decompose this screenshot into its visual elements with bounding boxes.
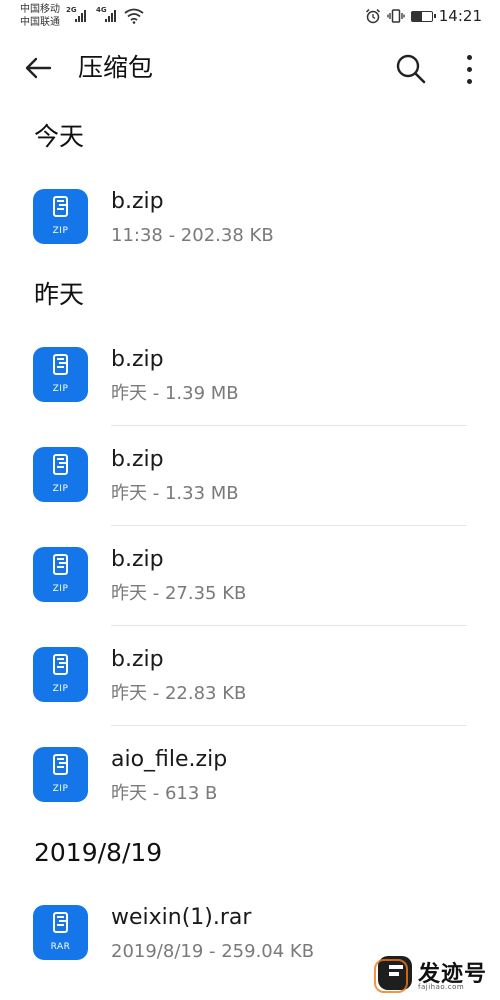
- carrier-1: 中国移动: [20, 4, 60, 15]
- file-meta: 昨天 - 22.83 KB: [111, 683, 247, 704]
- file-name: b.zip: [111, 547, 164, 572]
- archive-file-list: 今天 ZIP b.zip 11:38 - 202.38 KB 昨天 ZIP b.zip 昨天 …: [0, 110, 500, 984]
- more-vertical-icon: [466, 54, 472, 60]
- file-list-item[interactable]: ZIP b.zip 昨天 - 22.83 KB: [0, 626, 500, 726]
- back-button[interactable]: [20, 50, 56, 86]
- zip-file-icon: ZIP: [33, 647, 88, 702]
- vibrate-icon: [387, 9, 405, 23]
- file-type-label: ZIP: [52, 584, 69, 594]
- section-header: 昨天: [34, 280, 85, 309]
- more-options-button[interactable]: [456, 50, 482, 88]
- file-type-label: ZIP: [52, 484, 69, 494]
- file-type-label: ZIP: [52, 684, 69, 694]
- watermark-subtext: fajihao.com: [418, 983, 465, 991]
- zip-file-icon: ZIP: [33, 747, 88, 802]
- more-vertical-icon: [466, 78, 472, 84]
- battery-icon: [410, 10, 436, 22]
- search-icon: [396, 54, 426, 84]
- file-meta: 昨天 - 613 B: [111, 783, 218, 804]
- zipper-icon: [53, 912, 68, 933]
- zipper-icon: [53, 754, 68, 775]
- file-type-label: RAR: [50, 942, 71, 952]
- zipper-icon: [53, 196, 68, 217]
- file-meta: 昨天 - 1.33 MB: [111, 483, 239, 504]
- file-meta: 昨天 - 27.35 KB: [111, 583, 247, 604]
- search-button[interactable]: [392, 50, 430, 88]
- page-title: 压缩包: [78, 53, 154, 82]
- file-name: b.zip: [111, 647, 164, 672]
- file-list-item[interactable]: ZIP b.zip 11:38 - 202.38 KB: [0, 168, 500, 268]
- file-list-item[interactable]: ZIP aio_file.zip 昨天 - 613 B: [0, 726, 500, 826]
- zipper-icon: [53, 554, 68, 575]
- file-meta: 2019/8/19 - 259.04 KB: [111, 941, 315, 962]
- carrier-names: 中国移动 中国联通: [20, 3, 60, 29]
- file-name: b.zip: [111, 189, 164, 214]
- battery-level: [411, 11, 422, 21]
- watermark-logo: [374, 956, 412, 993]
- app-bar: 压缩包: [0, 40, 500, 96]
- file-type-label: ZIP: [52, 226, 69, 236]
- status-right: 14:21: [365, 6, 482, 26]
- file-list-item[interactable]: ZIP b.zip 昨天 - 27.35 KB: [0, 526, 500, 626]
- section-header: 今天: [34, 122, 85, 151]
- file-name: b.zip: [111, 347, 164, 372]
- file-list-item[interactable]: ZIP b.zip 昨天 - 1.33 MB: [0, 426, 500, 526]
- status-bar: 中国移动 中国联通 2G 4G 14:21: [0, 0, 500, 36]
- alarm-icon: [365, 8, 380, 24]
- signal-icon: [75, 10, 86, 22]
- file-name: aio_file.zip: [111, 747, 228, 772]
- rar-file-icon: RAR: [33, 905, 88, 960]
- file-list-item[interactable]: ZIP b.zip 昨天 - 1.39 MB: [0, 326, 500, 426]
- arrow-left-icon: [25, 57, 52, 79]
- file-type-label: ZIP: [52, 784, 69, 794]
- file-meta: 昨天 - 1.39 MB: [111, 383, 239, 404]
- zip-file-icon: ZIP: [33, 547, 88, 602]
- zipper-icon: [53, 454, 68, 475]
- zip-file-icon: ZIP: [33, 347, 88, 402]
- file-meta: 11:38 - 202.38 KB: [111, 225, 274, 246]
- file-name: b.zip: [111, 447, 164, 472]
- file-name: weixin(1).rar: [111, 905, 252, 930]
- section-header: 2019/8/19: [34, 838, 163, 867]
- file-type-label: ZIP: [52, 384, 69, 394]
- wifi-icon: [124, 8, 144, 24]
- carrier-2: 中国联通: [20, 17, 60, 28]
- clock: 14:21: [438, 7, 482, 25]
- watermark: 发迹号 fajihao.com: [372, 952, 500, 998]
- more-vertical-icon: [466, 66, 472, 72]
- zip-file-icon: ZIP: [33, 189, 88, 244]
- zip-file-icon: ZIP: [33, 447, 88, 502]
- zipper-icon: [53, 354, 68, 375]
- zipper-icon: [53, 654, 68, 675]
- signal-icon: [105, 10, 116, 22]
